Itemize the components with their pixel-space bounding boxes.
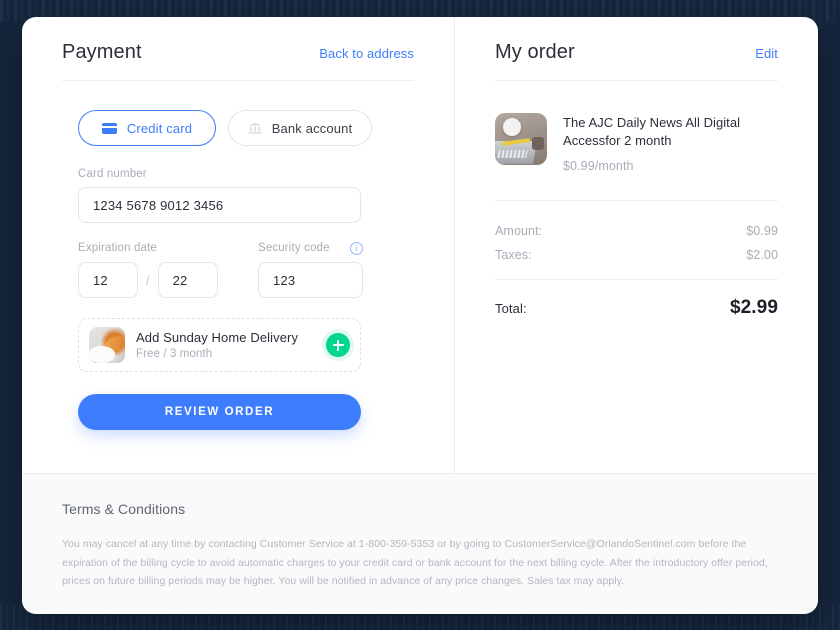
summary-value-amount: $0.99 bbox=[746, 223, 778, 238]
order-item-thumbnail bbox=[495, 113, 547, 165]
expiration-label-row: Expiration date bbox=[78, 241, 258, 255]
bank-icon bbox=[248, 122, 262, 134]
terms-body: You may cancel at any time by contacting… bbox=[62, 538, 768, 588]
order-item-name: The AJC Daily News All Digital Accessfor… bbox=[563, 115, 741, 149]
security-code-label-row: Security code i bbox=[258, 241, 363, 255]
security-code-input[interactable]: 123 bbox=[258, 262, 363, 298]
total-value: $2.99 bbox=[729, 296, 778, 318]
credit-card-icon bbox=[101, 122, 117, 134]
order-item-info: The AJC Daily News All Digital Accessfor… bbox=[563, 113, 778, 173]
addon-offer-card[interactable]: Add Sunday Home Delivery Free / 3 month bbox=[78, 318, 361, 372]
security-code-group: Security code i 123 bbox=[258, 241, 363, 298]
card-number-label: Card number bbox=[78, 168, 147, 180]
expiration-separator: / bbox=[146, 272, 150, 288]
expiration-month-input[interactable]: 12 bbox=[78, 262, 138, 298]
checkout-body: Payment Back to address Credit card Bank… bbox=[22, 17, 818, 473]
payment-method-bank-account-label: Bank account bbox=[271, 120, 353, 136]
payment-method-credit-card-label: Credit card bbox=[126, 120, 193, 136]
info-icon[interactable]: i bbox=[350, 241, 363, 255]
expiration-group: Expiration date 12 / 22 bbox=[78, 241, 258, 298]
summary-row-taxes: Taxes: $2.00 bbox=[495, 243, 778, 267]
addon-thumbnail bbox=[89, 327, 125, 363]
page-title: Payment bbox=[62, 41, 142, 63]
expiration-year-input[interactable]: 22 bbox=[157, 262, 218, 298]
total-label: Total: bbox=[495, 300, 527, 316]
thumbnail-lamp-shape bbox=[503, 118, 521, 136]
security-code-label: Security code bbox=[258, 242, 330, 254]
terms-title: Terms & Conditions bbox=[62, 501, 186, 517]
payment-pane: Payment Back to address Credit card Bank… bbox=[22, 17, 455, 473]
thumbnail-mug-shape bbox=[532, 136, 544, 151]
order-item-price: $0.99/month bbox=[563, 158, 634, 173]
expiration-label: Expiration date bbox=[78, 242, 157, 254]
payment-method-selector: Credit card Bank account bbox=[62, 110, 414, 146]
summary-row-total: Total: $2.99 bbox=[495, 280, 778, 319]
summary-value-taxes: $2.00 bbox=[746, 247, 778, 262]
expiration-inputs: 12 / 22 bbox=[78, 262, 258, 298]
order-summary: Amount: $0.99 Taxes: $2.00 Total: $2.99 bbox=[495, 201, 778, 319]
terms-footer: Terms & Conditions You may cancel at any… bbox=[22, 473, 818, 614]
order-title: My order bbox=[495, 41, 575, 63]
addon-text: Add Sunday Home Delivery Free / 3 month bbox=[136, 330, 315, 360]
order-line-item: The AJC Daily News All Digital Accessfor… bbox=[495, 113, 778, 201]
checkout-card: Payment Back to address Credit card Bank… bbox=[22, 17, 818, 614]
order-header: My order Edit bbox=[495, 41, 778, 81]
order-pane: My order Edit The AJC Daily News All Dig… bbox=[455, 17, 818, 473]
thumbnail-keyboard-shape bbox=[497, 150, 528, 159]
card-number-group: Card number 1234 5678 9012 3456 bbox=[78, 168, 414, 223]
review-order-button[interactable]: REVIEW ORDER bbox=[78, 394, 361, 430]
back-to-address-link[interactable]: Back to address bbox=[319, 46, 414, 61]
edit-order-link[interactable]: Edit bbox=[755, 46, 778, 61]
expiry-security-row: Expiration date 12 / 22 Security code i bbox=[78, 241, 414, 298]
addon-subtitle: Free / 3 month bbox=[136, 348, 213, 360]
card-fields: Card number 1234 5678 9012 3456 Expirati… bbox=[62, 168, 414, 298]
summary-label-taxes: Taxes: bbox=[495, 247, 532, 262]
payment-header: Payment Back to address bbox=[62, 41, 414, 81]
summary-label-amount: Amount: bbox=[495, 223, 543, 238]
add-addon-button[interactable] bbox=[326, 333, 350, 357]
summary-row-amount: Amount: $0.99 bbox=[495, 219, 778, 243]
payment-method-bank-account[interactable]: Bank account bbox=[228, 110, 372, 146]
payment-method-credit-card[interactable]: Credit card bbox=[78, 110, 216, 146]
addon-title: Add Sunday Home Delivery bbox=[136, 330, 299, 345]
card-number-input[interactable]: 1234 5678 9012 3456 bbox=[78, 187, 361, 223]
